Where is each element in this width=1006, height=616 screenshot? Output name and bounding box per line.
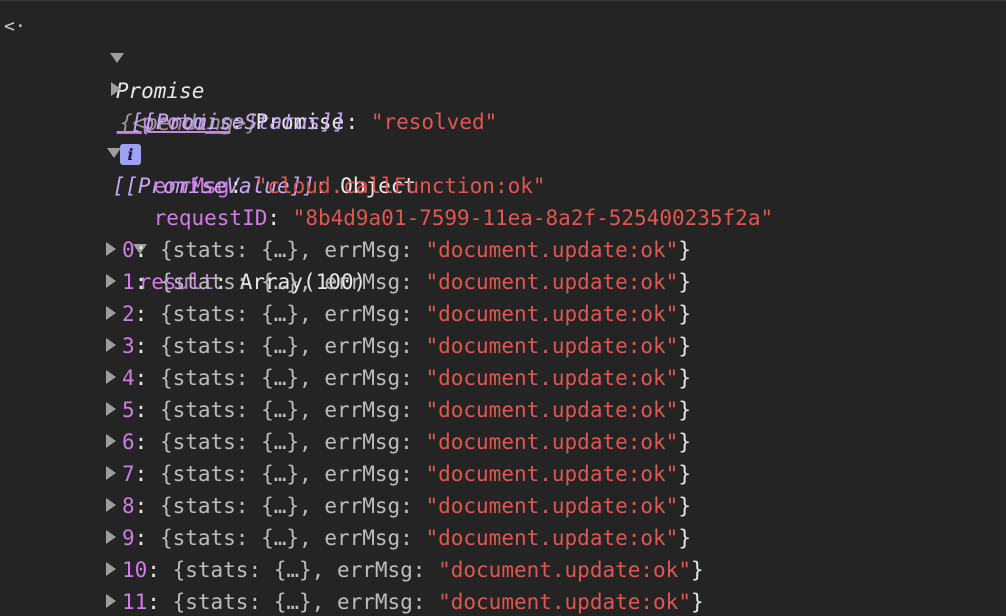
item-separator: : [147, 558, 173, 582]
item-separator: : [134, 302, 160, 326]
expand-caret-right-icon[interactable] [106, 242, 116, 256]
item-preview: {stats: {…}, errMsg: [159, 270, 426, 294]
item-separator: : [134, 366, 160, 390]
request-id-row: requestID: "8b4d9a01-7599-11ea-8a2f-5254… [103, 170, 774, 230]
promise-status-row: [[PromiseStatus]]: "resolved" [80, 74, 498, 134]
item-index: 10 [122, 558, 148, 582]
result-item-row[interactable]: 9: {stats: {…}, errMsg: "document.update… [106, 522, 691, 554]
item-index: 9 [122, 526, 135, 550]
item-preview: {stats: {…}, errMsg: [159, 238, 426, 262]
item-separator: : [134, 462, 160, 486]
result-item-row[interactable]: 0: {stats: {…}, errMsg: "document.update… [106, 234, 691, 266]
item-err-msg-value: "document.update:ok" [438, 590, 691, 614]
expand-caret-right-icon[interactable] [106, 402, 116, 416]
item-err-msg-value: "document.update:ok" [425, 302, 679, 326]
item-err-msg-value: "document.update:ok" [425, 430, 679, 454]
item-preview: {stats: {…}, errMsg: [159, 302, 426, 326]
item-err-msg-value: "document.update:ok" [425, 462, 679, 486]
item-err-msg-value: "document.update:ok" [425, 494, 679, 518]
item-index: 11 [122, 590, 148, 614]
item-err-msg-value: "document.update:ok" [425, 334, 679, 358]
item-separator: : [134, 494, 160, 518]
expand-caret-right-icon[interactable] [106, 498, 116, 512]
item-err-msg-value: "document.update:ok" [425, 366, 679, 390]
expand-caret-right-icon[interactable] [106, 274, 116, 288]
result-prompt-icon: <· [4, 16, 26, 37]
item-close-brace: } [678, 526, 691, 550]
item-preview: {stats: {…}, errMsg: [159, 526, 426, 550]
item-preview: {stats: {…}, errMsg: [159, 334, 426, 358]
item-err-msg-value: "document.update:ok" [425, 526, 679, 550]
item-close-brace: } [678, 302, 691, 326]
expand-caret-right-icon[interactable] [106, 306, 116, 320]
item-close-brace: } [690, 558, 704, 582]
item-separator: : [134, 238, 160, 262]
item-index: 7 [122, 462, 135, 486]
item-close-brace: } [678, 270, 691, 294]
item-index: 8 [122, 494, 135, 518]
devtools-console-output: <· Promise {<pending>} i __proto__: Prom… [0, 0, 1006, 616]
item-close-brace: } [678, 366, 691, 390]
item-err-msg-value: "document.update:ok" [425, 398, 679, 422]
item-separator: : [134, 270, 160, 294]
expand-caret-right-icon[interactable] [106, 370, 116, 384]
item-separator: : [134, 430, 160, 454]
item-index: 2 [122, 302, 135, 326]
item-close-brace: } [678, 462, 691, 486]
err-msg-row: errMsg: "cloud.callFunction:ok" [103, 138, 546, 198]
result-item-row[interactable]: 8: {stats: {…}, errMsg: "document.update… [106, 490, 691, 522]
item-preview: {stats: {…}, errMsg: [172, 558, 439, 582]
result-item-row[interactable]: 10: {stats: {…}, errMsg: "document.updat… [106, 554, 704, 586]
item-preview: {stats: {…}, errMsg: [159, 462, 426, 486]
result-item-row[interactable]: 2: {stats: {…}, errMsg: "document.update… [106, 298, 691, 330]
item-preview: {stats: {…}, errMsg: [172, 590, 439, 614]
expand-caret-right-icon[interactable] [106, 562, 116, 576]
result-item-row[interactable]: 11: {stats: {…}, errMsg: "document.updat… [106, 586, 704, 616]
item-separator: : [134, 526, 160, 550]
item-preview: {stats: {…}, errMsg: [159, 430, 426, 454]
item-err-msg-value: "document.update:ok" [425, 270, 679, 294]
expand-caret-right-icon[interactable] [106, 594, 116, 608]
result-item-row[interactable]: 6: {stats: {…}, errMsg: "document.update… [106, 426, 691, 458]
item-preview: {stats: {…}, errMsg: [159, 398, 426, 422]
item-index: 3 [122, 334, 135, 358]
item-index: 0 [122, 238, 135, 262]
item-close-brace: } [678, 334, 691, 358]
proto-row[interactable]: __proto__: Promise [60, 42, 344, 134]
item-index: 5 [122, 398, 135, 422]
item-preview: {stats: {…}, errMsg: [159, 366, 426, 390]
item-err-msg-value: "document.update:ok" [438, 558, 691, 582]
item-index: 4 [122, 366, 135, 390]
item-close-brace: } [678, 398, 691, 422]
item-separator: : [147, 590, 173, 614]
item-close-brace: } [690, 590, 704, 614]
result-item-row[interactable]: 7: {stats: {…}, errMsg: "document.update… [106, 458, 691, 490]
item-separator: : [134, 334, 160, 358]
result-item-row[interactable]: 3: {stats: {…}, errMsg: "document.update… [106, 330, 691, 362]
item-err-msg-value: "document.update:ok" [425, 238, 679, 262]
result-item-row[interactable]: 1: {stats: {…}, errMsg: "document.update… [106, 266, 691, 298]
promise-root-row[interactable]: <· Promise {<pending>} i [0, 11, 259, 165]
result-row[interactable]: result: Array(100) [82, 202, 366, 294]
expand-caret-right-icon[interactable] [106, 338, 116, 352]
expand-caret-right-icon[interactable] [106, 530, 116, 544]
item-close-brace: } [678, 494, 691, 518]
expand-caret-right-icon[interactable] [106, 466, 116, 480]
item-index: 6 [122, 430, 135, 454]
promise-value-row[interactable]: [[PromiseValue]]: Object [56, 106, 416, 198]
result-item-row[interactable]: 5: {stats: {…}, errMsg: "document.update… [106, 394, 691, 426]
item-separator: : [134, 398, 160, 422]
item-close-brace: } [678, 430, 691, 454]
item-close-brace: } [678, 238, 691, 262]
expand-caret-right-icon[interactable] [106, 434, 116, 448]
item-index: 1 [122, 270, 135, 294]
result-item-row[interactable]: 4: {stats: {…}, errMsg: "document.update… [106, 362, 691, 394]
item-preview: {stats: {…}, errMsg: [159, 494, 426, 518]
